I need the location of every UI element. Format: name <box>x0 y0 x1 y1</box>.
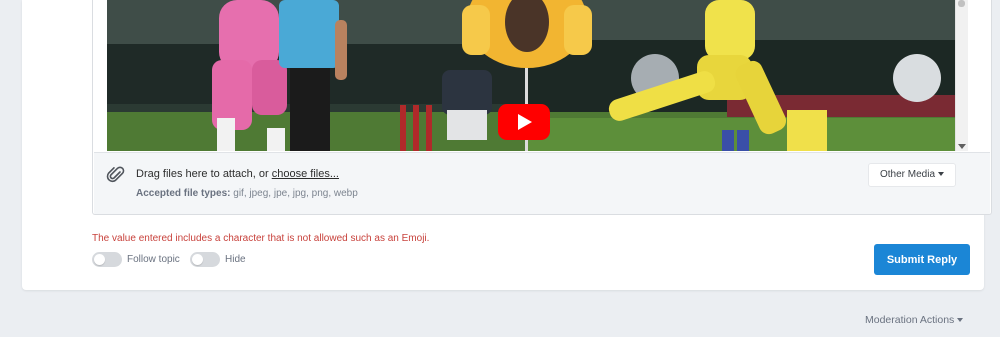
toggle-knob <box>94 254 105 265</box>
toggle-knob <box>192 254 203 265</box>
attachment-bar[interactable]: Drag files here to attach, or choose fil… <box>94 152 990 214</box>
accepted-file-types: Accepted file types: gif, jpeg, jpe, jpg… <box>136 188 358 199</box>
embedded-video[interactable] <box>107 0 955 151</box>
validation-error: The value entered includes a character t… <box>92 233 430 244</box>
drag-files-text: Drag files here to attach, or choose fil… <box>136 168 339 180</box>
moderation-actions-menu[interactable]: Moderation Actions <box>865 314 964 326</box>
follow-topic-label[interactable]: Follow topic <box>127 254 180 265</box>
paperclip-icon <box>106 166 125 183</box>
scroll-down-arrow-icon[interactable] <box>958 144 966 149</box>
choose-files-link[interactable]: choose files... <box>272 168 339 180</box>
other-media-label: Other Media <box>880 169 936 180</box>
accepted-file-types-label: Accepted file types: <box>136 188 231 199</box>
scroll-thumb[interactable] <box>958 0 965 7</box>
hide-label[interactable]: Hide <box>225 254 246 265</box>
youtube-play-icon[interactable] <box>498 104 550 140</box>
drag-files-label: Drag files here to attach, or <box>136 168 272 180</box>
reply-panel: Drag files here to attach, or choose fil… <box>22 0 992 290</box>
accepted-file-types-list: gif, jpeg, jpe, jpg, png, webp <box>233 188 358 199</box>
submit-reply-button[interactable]: Submit Reply <box>874 244 970 275</box>
follow-topic-toggle[interactable] <box>92 252 122 267</box>
hide-toggle[interactable] <box>190 252 220 267</box>
reply-editor: Drag files here to attach, or choose fil… <box>92 0 992 215</box>
caret-down-icon <box>938 172 945 177</box>
moderation-actions-label: Moderation Actions <box>865 314 955 326</box>
editor-scrollbar[interactable] <box>955 0 968 151</box>
caret-down-icon <box>957 318 964 323</box>
other-media-button[interactable]: Other Media <box>868 163 957 187</box>
